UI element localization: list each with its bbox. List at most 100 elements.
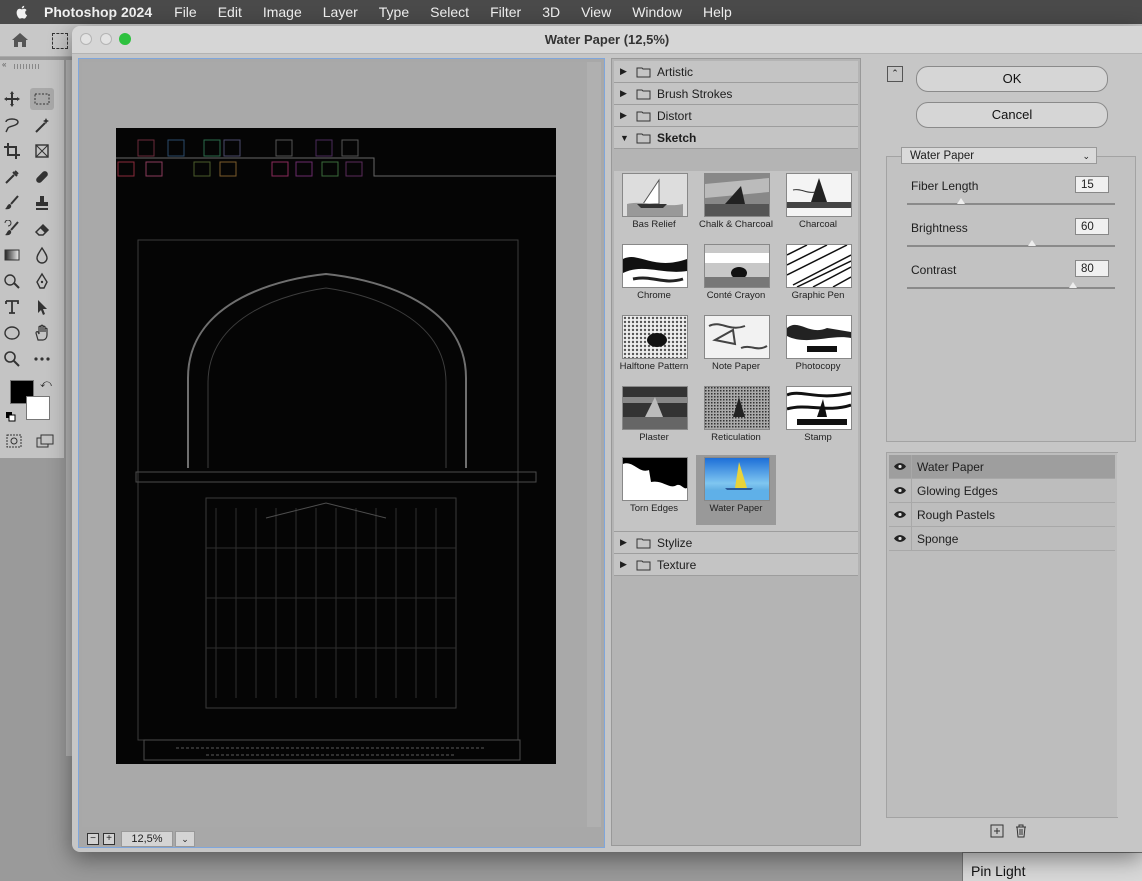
apple-icon[interactable]: [14, 4, 30, 20]
history-brush-tool[interactable]: [0, 218, 24, 240]
effect-layer[interactable]: Glowing Edges: [889, 479, 1115, 503]
blend-mode-item[interactable]: Pin Light: [971, 863, 1025, 879]
crop-tool[interactable]: [0, 140, 24, 162]
filter-thumb-stamp[interactable]: Stamp: [778, 384, 858, 454]
zoom-level-field[interactable]: 12,5%: [121, 831, 173, 847]
eyedropper-tool[interactable]: [0, 166, 24, 188]
blur-tool[interactable]: [30, 244, 54, 266]
ok-button[interactable]: OK: [916, 66, 1108, 92]
quick-mask-icon[interactable]: [6, 434, 22, 448]
move-tool[interactable]: [0, 88, 24, 110]
pen-tool[interactable]: [30, 270, 54, 292]
slider-knob[interactable]: [1027, 240, 1036, 246]
category-stylize[interactable]: ▶ Stylize: [614, 532, 858, 554]
zoom-out-button[interactable]: −: [87, 833, 99, 845]
menu-image[interactable]: Image: [263, 4, 302, 20]
menu-view[interactable]: View: [581, 4, 611, 20]
param-value-input[interactable]: 80: [1075, 260, 1109, 277]
preview-area[interactable]: [82, 62, 587, 827]
param-value-input[interactable]: 15: [1075, 176, 1109, 193]
menu-type[interactable]: Type: [379, 4, 409, 20]
frame-tool[interactable]: [30, 140, 54, 162]
new-effect-layer-icon[interactable]: [990, 824, 1004, 838]
default-colors-icon[interactable]: [6, 412, 16, 422]
filter-thumb-graphic-pen[interactable]: Graphic Pen: [778, 242, 858, 312]
category-artistic[interactable]: ▶ Artistic: [614, 61, 858, 83]
lasso-tool[interactable]: [0, 114, 24, 136]
filter-thumb-bas-relief[interactable]: Bas Relief: [614, 171, 694, 241]
healing-brush-tool[interactable]: [30, 166, 54, 188]
dodge-tool[interactable]: [0, 270, 24, 292]
zoom-dropdown[interactable]: ⌄: [175, 831, 195, 847]
menu-layer[interactable]: Layer: [323, 4, 358, 20]
layers-scrollbar[interactable]: [1117, 453, 1131, 817]
visibility-toggle[interactable]: [889, 527, 912, 550]
screen-mode-icon[interactable]: [36, 434, 54, 448]
visibility-toggle[interactable]: [889, 479, 912, 502]
filter-thumb-chrome[interactable]: Chrome: [614, 242, 694, 312]
eraser-tool[interactable]: [30, 218, 54, 240]
hand-tool[interactable]: [30, 322, 54, 344]
slider-track[interactable]: [907, 287, 1115, 289]
effect-layer[interactable]: Water Paper: [889, 455, 1115, 479]
background-color-swatch[interactable]: [26, 396, 50, 420]
filter-thumb-note-paper[interactable]: Note Paper: [696, 313, 776, 383]
menu-select[interactable]: Select: [430, 4, 469, 20]
menu-filter[interactable]: Filter: [490, 4, 521, 20]
filter-thumb-photocopy[interactable]: Photocopy: [778, 313, 858, 383]
brush-tool[interactable]: [0, 192, 24, 214]
preview-image[interactable]: [116, 128, 556, 764]
collapse-gallery-button[interactable]: ⌃: [887, 66, 903, 82]
type-tool[interactable]: [0, 296, 24, 318]
filter-thumb-chalk-charcoal[interactable]: Chalk & Charcoal: [696, 171, 776, 241]
filter-select[interactable]: Water Paper ⌄: [901, 147, 1097, 164]
gradient-tool[interactable]: [0, 244, 24, 266]
thumb-label: Torn Edges: [629, 503, 679, 514]
menu-3d[interactable]: 3D: [542, 4, 560, 20]
effect-layer[interactable]: Rough Pastels: [889, 503, 1115, 527]
param-value-input[interactable]: 60: [1075, 218, 1109, 235]
filter-thumb-reticulation[interactable]: Reticulation: [696, 384, 776, 454]
filter-thumb-conte-crayon[interactable]: Conté Crayon: [696, 242, 776, 312]
path-selection-tool[interactable]: [30, 296, 54, 318]
slider-track[interactable]: [907, 245, 1115, 247]
category-brush-strokes[interactable]: ▶ Brush Strokes: [614, 83, 858, 105]
menu-window[interactable]: Window: [632, 4, 682, 20]
category-distort[interactable]: ▶ Distort: [614, 105, 858, 127]
thumb-label: Conté Crayon: [706, 290, 766, 301]
filter-thumb-torn-edges[interactable]: Torn Edges: [614, 455, 694, 525]
category-texture[interactable]: ▶ Texture: [614, 554, 858, 576]
filter-thumb-water-paper[interactable]: Water Paper: [696, 455, 776, 525]
slider-knob[interactable]: [957, 198, 966, 204]
home-icon[interactable]: [10, 31, 30, 49]
zoom-tool[interactable]: [0, 348, 24, 370]
menu-edit[interactable]: Edit: [218, 4, 242, 20]
filter-thumb-plaster[interactable]: Plaster: [614, 384, 694, 454]
preview-scrollbar[interactable]: [587, 62, 601, 827]
trash-icon[interactable]: [1014, 824, 1028, 838]
filter-thumb-halftone-pattern[interactable]: Halftone Pattern: [614, 313, 694, 383]
effect-layer[interactable]: Sponge: [889, 527, 1115, 551]
visibility-toggle[interactable]: [889, 455, 912, 478]
filter-thumb-charcoal[interactable]: Charcoal: [778, 171, 858, 241]
visibility-toggle[interactable]: [889, 503, 912, 526]
rectangular-marquee-tool[interactable]: [30, 88, 54, 110]
more-tools[interactable]: [30, 348, 54, 370]
ellipse-tool[interactable]: [0, 322, 24, 344]
menu-file[interactable]: File: [174, 4, 197, 20]
swap-colors-icon[interactable]: ⤺: [40, 378, 52, 391]
menu-help[interactable]: Help: [703, 4, 732, 20]
cancel-button[interactable]: Cancel: [916, 102, 1108, 128]
slider-knob[interactable]: [1069, 282, 1078, 288]
slider-track[interactable]: [907, 203, 1115, 205]
app-name[interactable]: Photoshop 2024: [44, 4, 152, 20]
sketch-filter-thumbnails: Bas Relief Chalk & Charcoal Charcoal Chr…: [614, 171, 858, 532]
zoom-in-button[interactable]: +: [103, 833, 115, 845]
marquee-option-icon[interactable]: [52, 33, 68, 49]
collapse-icon[interactable]: «: [2, 60, 6, 69]
magic-wand-tool[interactable]: [30, 114, 54, 136]
panel-grip[interactable]: [14, 64, 40, 69]
clone-stamp-tool[interactable]: [30, 192, 54, 214]
category-sketch[interactable]: ▼ Sketch: [614, 127, 858, 149]
dialog-titlebar[interactable]: Water Paper (12,5%): [72, 26, 1142, 54]
